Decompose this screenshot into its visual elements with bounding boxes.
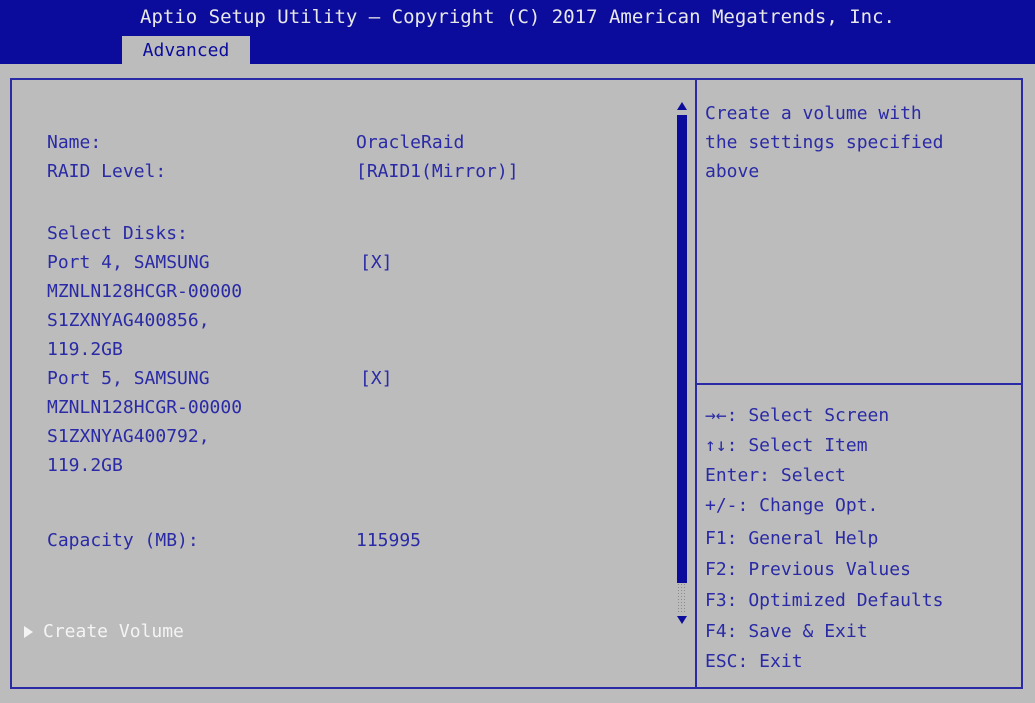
key-hint-f3: F3: Optimized Defaults xyxy=(705,590,944,611)
disk-1-line-4: 119.2GB xyxy=(47,339,123,360)
name-label: Name: xyxy=(47,132,102,153)
disk-2-line-3: S1ZXNYAG400792, xyxy=(47,426,210,447)
key-hint-change-opt: +/-: Change Opt. xyxy=(705,495,879,516)
tab-advanced[interactable]: Advanced xyxy=(122,36,250,64)
disk-2-line-2: MZNLN128HCGR-00000 xyxy=(47,397,243,418)
scroll-up-arrow-icon[interactable] xyxy=(677,102,687,110)
disk-2-line-4: 119.2GB xyxy=(47,455,123,476)
help-separator xyxy=(697,383,1023,385)
capacity-label: Capacity (MB): xyxy=(47,530,199,551)
key-hint-enter: Enter: Select xyxy=(705,465,846,486)
disk-2-line-1: Port 5, SAMSUNG xyxy=(47,368,210,389)
key-hint-select-item: ↑↓: Select Item xyxy=(705,435,868,456)
header-title: Aptio Setup Utility – Copyright (C) 2017… xyxy=(140,6,895,28)
disk-2-checkbox[interactable]: [X] xyxy=(360,364,393,393)
select-disks-label: Select Disks: xyxy=(47,223,188,244)
header-bar: Aptio Setup Utility – Copyright (C) 2017… xyxy=(0,0,1035,64)
disk-1-line-1: Port 4, SAMSUNG xyxy=(47,252,210,273)
scrollbar-remainder xyxy=(677,583,687,612)
disk-1-checkbox[interactable]: [X] xyxy=(360,248,393,277)
key-hint-select-screen: →←: Select Screen xyxy=(705,405,890,426)
key-hint-esc: ESC: Exit xyxy=(705,651,803,672)
help-description-line: the settings specified xyxy=(705,132,944,153)
scrollbar-thumb[interactable] xyxy=(677,115,687,583)
help-description-line: above xyxy=(705,161,760,182)
disk-1-line-3: S1ZXNYAG400856, xyxy=(47,310,210,331)
raid-level-value[interactable]: [RAID1(Mirror)] xyxy=(356,157,519,186)
disk-1-line-2: MZNLN128HCGR-00000 xyxy=(47,281,243,302)
name-value[interactable]: OracleRaid xyxy=(356,128,464,157)
submenu-arrow-icon xyxy=(24,626,33,638)
help-description-line: Create a volume with xyxy=(705,103,922,124)
raid-level-label: RAID Level: xyxy=(47,161,167,182)
key-hint-f1: F1: General Help xyxy=(705,528,879,549)
capacity-value: 115995 xyxy=(356,530,422,551)
create-volume-item[interactable]: Create Volume xyxy=(43,617,184,646)
key-hint-f2: F2: Previous Values xyxy=(705,559,911,580)
key-hint-f4: F4: Save & Exit xyxy=(705,621,868,642)
scroll-down-arrow-icon[interactable] xyxy=(677,616,687,624)
